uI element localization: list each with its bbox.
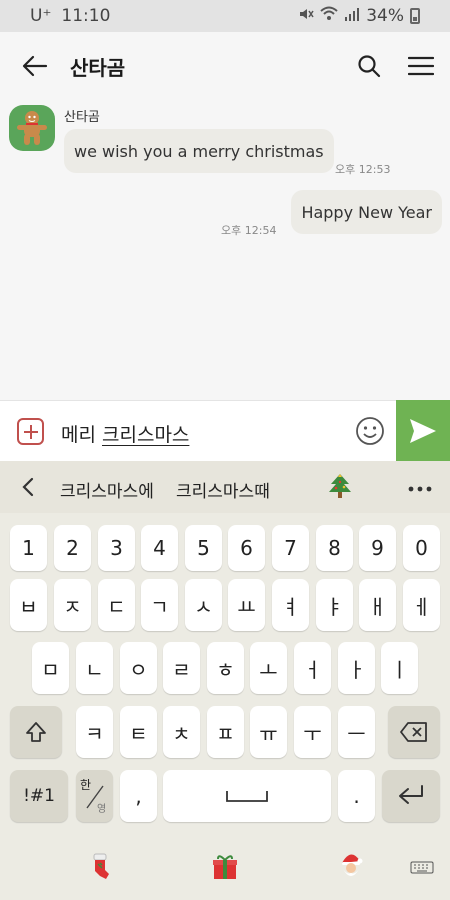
key-hieut[interactable]: ㅎ (207, 642, 244, 694)
key-mieum[interactable]: ㅁ (32, 642, 69, 694)
more-dots-icon (408, 486, 432, 492)
message-time: 오후 12:54 (221, 224, 277, 237)
keyboard-hide-icon[interactable] (410, 861, 434, 877)
key-1[interactable]: 1 (10, 525, 47, 571)
enter-icon (399, 785, 423, 804)
space-key[interactable] (163, 770, 331, 822)
keyboard-bottom-bar (0, 833, 450, 900)
enter-key[interactable] (382, 770, 440, 822)
key-yo[interactable]: ㅛ (228, 579, 265, 631)
key-jieut[interactable]: ㅈ (54, 579, 91, 631)
avatar[interactable] (9, 105, 55, 151)
key-eo[interactable]: ㅓ (294, 642, 331, 694)
attach-button[interactable] (17, 418, 44, 445)
mute-icon (298, 6, 314, 26)
key-kieuk[interactable]: ㅋ (76, 706, 113, 758)
status-bar: U⁺ 11:10 34% (0, 0, 450, 32)
key-i[interactable]: ㅣ (381, 642, 418, 694)
christmas-stocking-icon[interactable] (88, 853, 112, 881)
backspace-key[interactable] (388, 706, 440, 758)
key-digeut[interactable]: ㄷ (98, 579, 135, 631)
backspace-icon (400, 722, 427, 742)
suggestion-bar: 크리스마스에 크리스마스때 (0, 461, 450, 513)
input-composing-text: 크리스마스 (102, 424, 190, 446)
hamburger-menu-icon (408, 56, 434, 76)
message-input[interactable]: 메리 크리스마스 (61, 420, 189, 447)
message-text: we wish you a merry christmas (74, 141, 324, 161)
key-9[interactable]: 9 (359, 525, 396, 571)
key-o[interactable]: ㅗ (250, 642, 287, 694)
key-7[interactable]: 7 (272, 525, 309, 571)
language-switch-key[interactable]: 한 영 (76, 770, 113, 822)
chat-title: 산타곰 (70, 55, 126, 80)
suggestion-item[interactable]: 크리스마스에 (60, 477, 154, 502)
key-a[interactable]: ㅏ (338, 642, 375, 694)
chat-header: 산타곰 (0, 32, 450, 100)
carrier-label: U⁺ (30, 6, 52, 26)
space-bar-icon (226, 791, 268, 802)
key-e[interactable]: ㅔ (403, 579, 440, 631)
comma-key[interactable]: , (120, 770, 157, 822)
chat-area[interactable]: 산타곰 we wish you a merry christmas 오후 12:… (0, 100, 450, 400)
key-eu[interactable]: ㅡ (338, 706, 375, 758)
lang-english-label: 영 (97, 804, 107, 815)
symbols-key[interactable]: !#1 (10, 770, 68, 822)
suggestion-item[interactable]: 크리스마스때 (176, 477, 270, 502)
suggestion-back-button[interactable] (16, 474, 40, 500)
gingerbread-icon (17, 111, 47, 145)
emoticon-button[interactable] (355, 416, 385, 450)
key-ya[interactable]: ㅑ (316, 579, 353, 631)
wifi-icon (320, 6, 338, 26)
chevron-left-icon (22, 477, 34, 497)
sender-name: 산타곰 (64, 110, 100, 125)
menu-button[interactable] (392, 32, 450, 100)
message-text: Happy New Year (301, 202, 432, 222)
key-6[interactable]: 6 (228, 525, 265, 571)
clock: 11:10 (61, 6, 111, 26)
smiley-icon (356, 417, 384, 445)
shift-key[interactable] (10, 706, 62, 758)
key-giyeok[interactable]: ㄱ (141, 579, 178, 631)
key-4[interactable]: 4 (141, 525, 178, 571)
gift-box-icon[interactable] (212, 853, 238, 881)
santa-claus-icon[interactable] (338, 851, 364, 881)
message-time: 오후 12:53 (335, 163, 391, 176)
send-button[interactable] (396, 400, 450, 461)
key-yeo[interactable]: ㅕ (272, 579, 309, 631)
battery-icon (410, 8, 420, 24)
key-yu[interactable]: ㅠ (250, 706, 287, 758)
key-chieut[interactable]: ㅊ (163, 706, 200, 758)
battery-percent: 34% (366, 6, 404, 26)
shift-icon (26, 722, 46, 742)
key-2[interactable]: 2 (54, 525, 91, 571)
period-key[interactable]: . (338, 770, 375, 822)
key-8[interactable]: 8 (316, 525, 353, 571)
key-pieup[interactable]: ㅍ (207, 706, 244, 758)
message-bubble-outgoing[interactable]: Happy New Year (291, 190, 442, 234)
arrow-left-icon (22, 55, 48, 77)
key-3[interactable]: 3 (98, 525, 135, 571)
key-u[interactable]: ㅜ (294, 706, 331, 758)
key-5[interactable]: 5 (185, 525, 222, 571)
key-rieul[interactable]: ㄹ (163, 642, 200, 694)
plus-icon (23, 424, 38, 439)
key-tieut[interactable]: ㅌ (120, 706, 157, 758)
key-0[interactable]: 0 (403, 525, 440, 571)
send-icon (410, 418, 436, 443)
more-options-button[interactable] (408, 473, 432, 497)
christmas-tree-icon[interactable] (327, 473, 353, 501)
input-committed-text: 메리 (61, 424, 102, 446)
signal-icon (344, 6, 360, 26)
message-bubble-incoming[interactable]: we wish you a merry christmas (64, 129, 334, 173)
key-siot[interactable]: ㅅ (185, 579, 222, 631)
key-bieup[interactable]: ㅂ (10, 579, 47, 631)
key-ae[interactable]: ㅐ (359, 579, 396, 631)
search-icon (358, 55, 381, 78)
key-ieung[interactable]: ㅇ (120, 642, 157, 694)
search-button[interactable] (346, 32, 392, 100)
key-nieun[interactable]: ㄴ (76, 642, 113, 694)
back-button[interactable] (0, 32, 70, 100)
